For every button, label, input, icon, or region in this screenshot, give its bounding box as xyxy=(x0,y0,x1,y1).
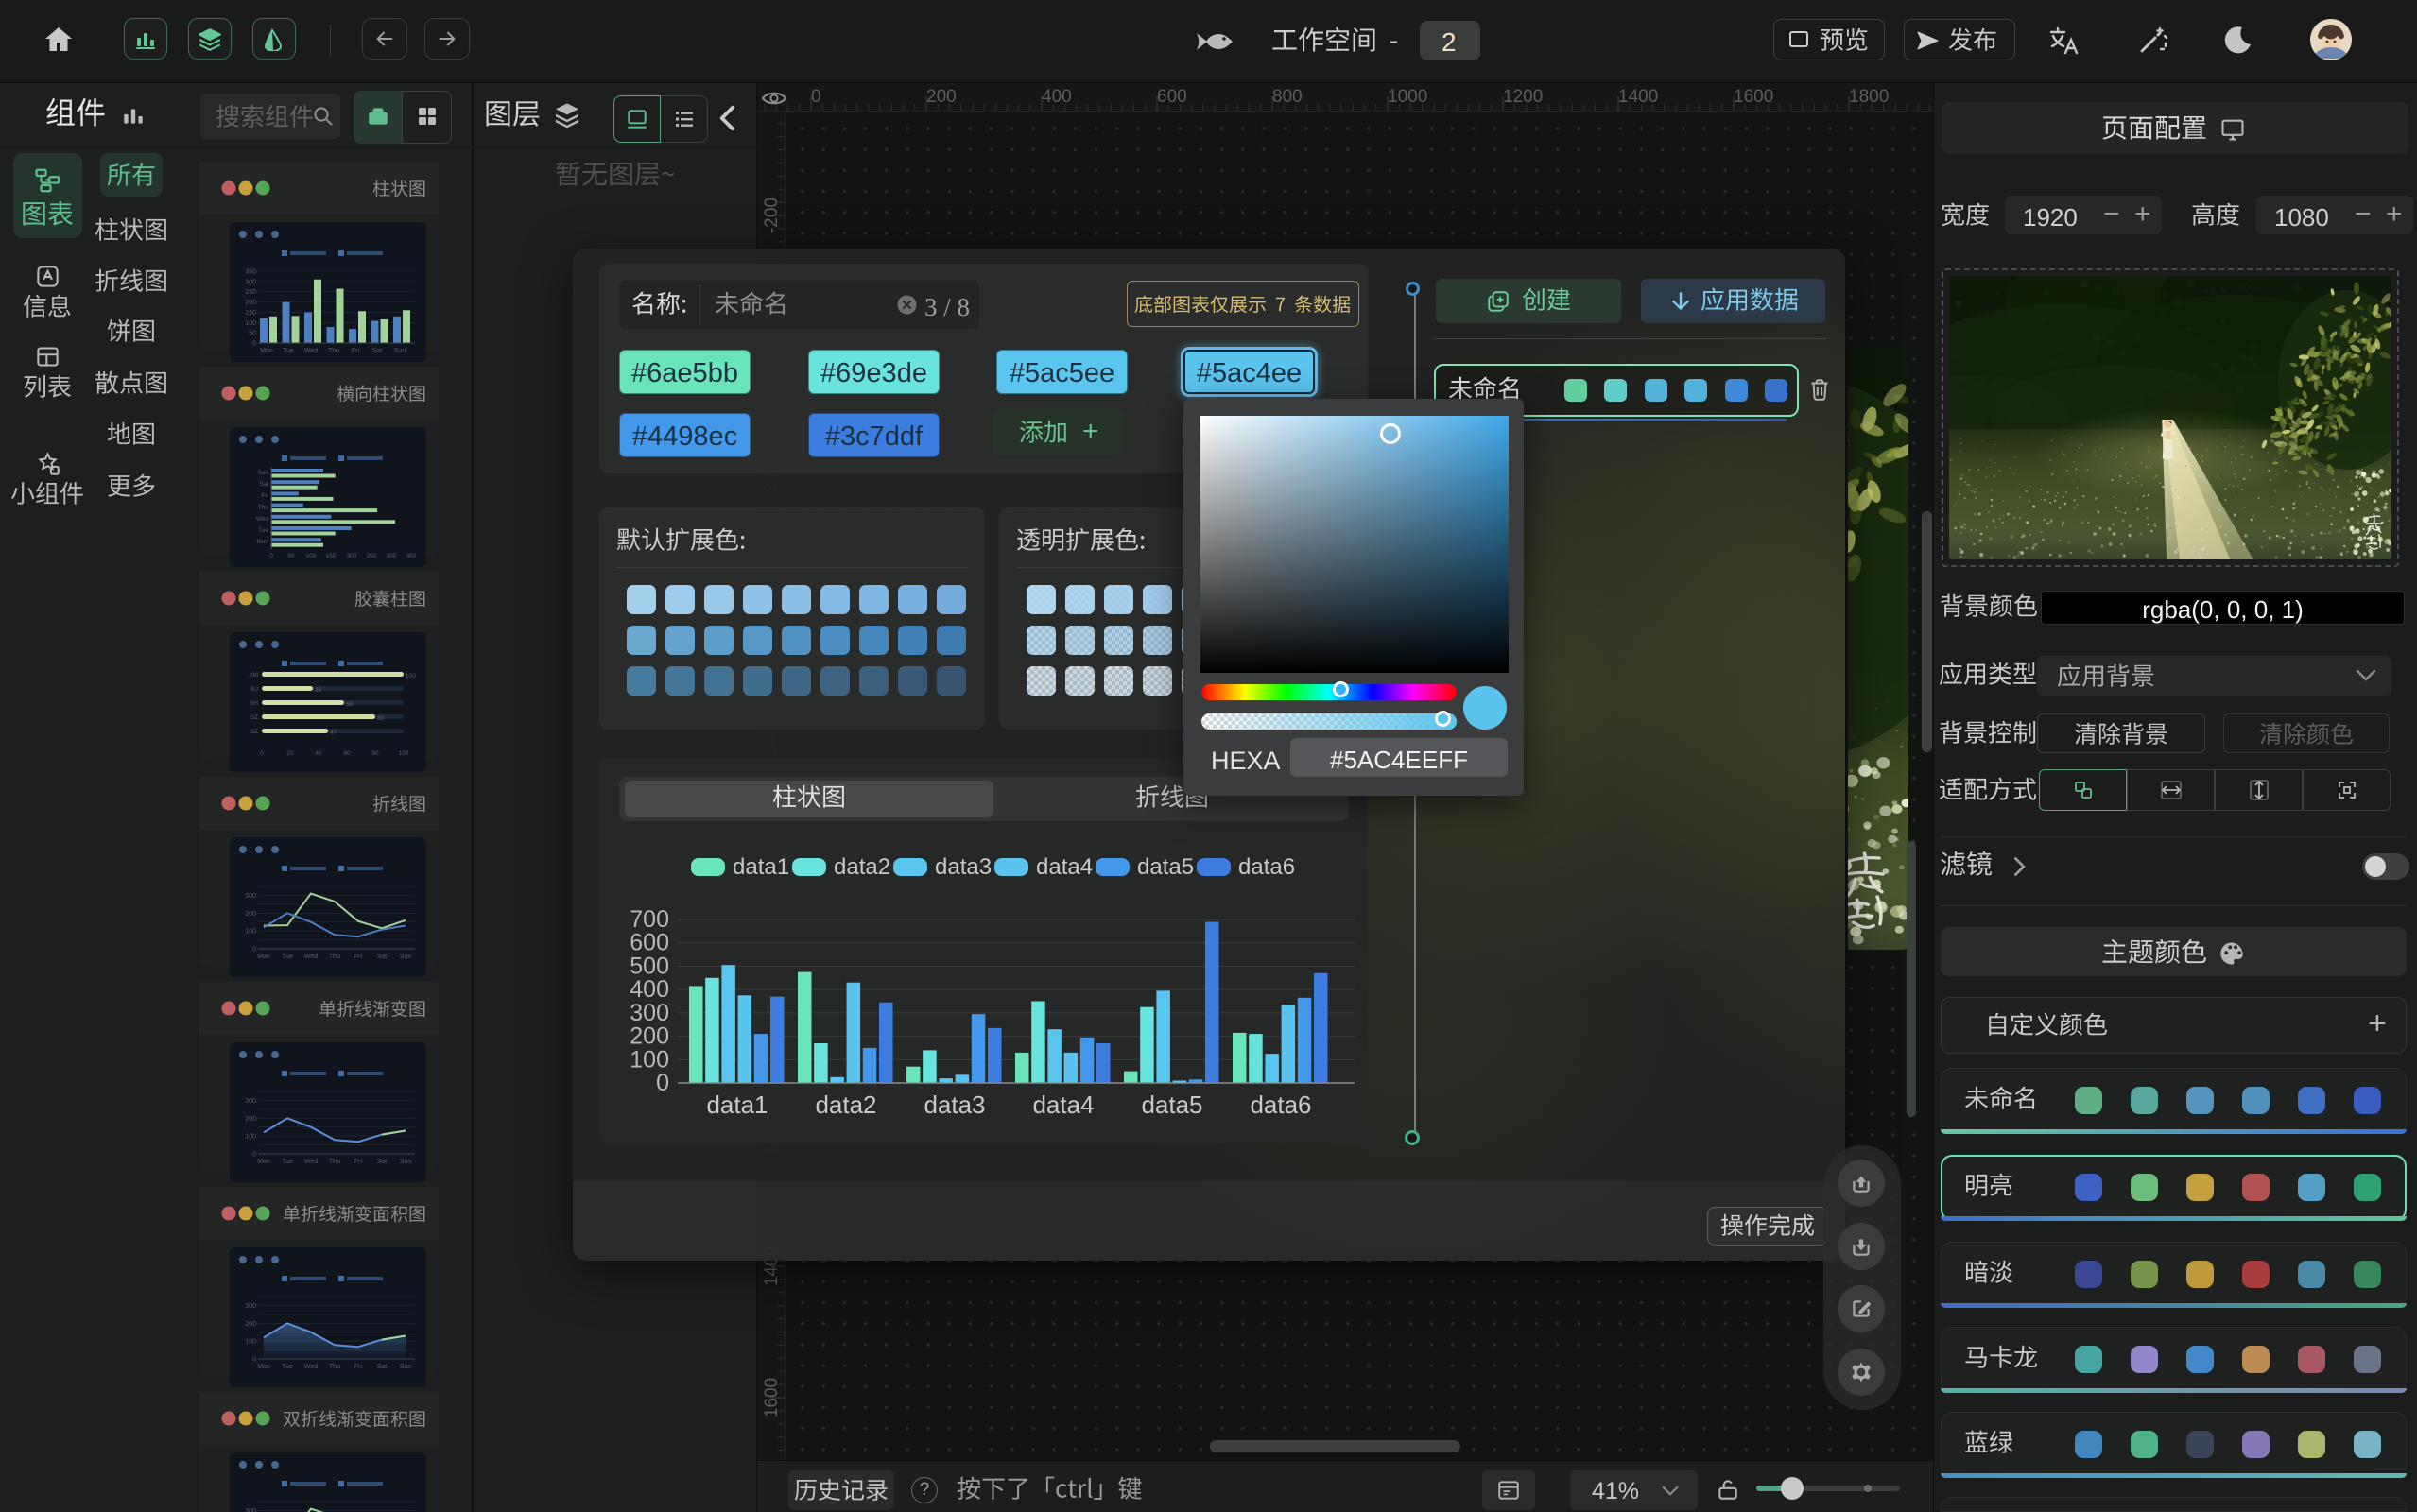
svg-text:Mon: Mon xyxy=(260,348,273,354)
svg-text:36: 36 xyxy=(315,687,322,694)
svg-text:100: 100 xyxy=(245,1134,256,1141)
svg-text:200: 200 xyxy=(245,1116,256,1123)
svg-text:SH: SH xyxy=(250,700,258,707)
svg-text:0: 0 xyxy=(252,1152,256,1159)
svg-text:SZ: SZ xyxy=(250,729,258,735)
svg-text:Sun: Sun xyxy=(400,954,412,960)
svg-text:Mon: Mon xyxy=(256,539,268,545)
svg-text:300: 300 xyxy=(387,553,397,559)
svg-text:300: 300 xyxy=(245,1508,256,1512)
svg-text:Sat: Sat xyxy=(377,954,388,960)
svg-text:0: 0 xyxy=(252,947,256,954)
svg-text:200: 200 xyxy=(347,553,357,559)
svg-text:GZ: GZ xyxy=(250,714,258,721)
svg-text:100: 100 xyxy=(630,1046,669,1073)
svg-text:150: 150 xyxy=(326,553,337,559)
svg-text:58: 58 xyxy=(346,701,354,708)
svg-text:0: 0 xyxy=(252,1357,256,1364)
svg-text:Mon: Mon xyxy=(257,1159,270,1165)
svg-text:Sat: Sat xyxy=(377,1364,388,1370)
svg-text:Sun: Sun xyxy=(400,1364,412,1370)
svg-text:data6: data6 xyxy=(1250,1091,1311,1119)
svg-text:300: 300 xyxy=(630,1000,669,1026)
svg-text:100: 100 xyxy=(245,1339,256,1346)
svg-text:Thu: Thu xyxy=(329,1159,340,1165)
svg-text:100: 100 xyxy=(406,673,416,679)
svg-text:60: 60 xyxy=(343,750,351,757)
svg-text:600: 600 xyxy=(630,930,669,956)
svg-text:250: 250 xyxy=(245,289,256,296)
svg-text:Sun: Sun xyxy=(257,470,268,476)
svg-text:Sat: Sat xyxy=(372,348,383,354)
svg-text:Tue: Tue xyxy=(282,1159,293,1165)
svg-text:Tue: Tue xyxy=(282,954,293,960)
svg-text:0: 0 xyxy=(252,341,256,348)
svg-text:Wed: Wed xyxy=(304,1364,318,1370)
svg-text:XM: XM xyxy=(249,672,258,679)
svg-text:250: 250 xyxy=(367,553,377,559)
svg-text:data5: data5 xyxy=(1141,1091,1202,1119)
svg-text:data1: data1 xyxy=(706,1091,768,1119)
svg-text:50: 50 xyxy=(287,553,295,559)
svg-text:Mon: Mon xyxy=(257,1364,270,1370)
svg-text:Thu: Thu xyxy=(329,1364,340,1370)
svg-text:Wed: Wed xyxy=(304,954,318,960)
svg-text:Sat: Sat xyxy=(377,1159,388,1165)
svg-text:40: 40 xyxy=(315,750,322,757)
svg-text:Sun: Sun xyxy=(394,348,406,354)
svg-text:350: 350 xyxy=(245,269,256,276)
svg-text:data2: data2 xyxy=(815,1091,876,1119)
svg-text:data3: data3 xyxy=(924,1091,985,1119)
svg-text:Fri: Fri xyxy=(261,492,268,499)
svg-text:Fri: Fri xyxy=(354,1364,363,1370)
svg-text:data4: data4 xyxy=(1032,1091,1094,1119)
svg-text:200: 200 xyxy=(630,1023,669,1050)
svg-text:Thu: Thu xyxy=(328,348,339,354)
svg-text:Tue: Tue xyxy=(283,348,294,354)
svg-text:80: 80 xyxy=(371,750,379,757)
svg-text:0: 0 xyxy=(656,1070,669,1096)
svg-text:400: 400 xyxy=(630,976,669,1003)
svg-text:300: 300 xyxy=(245,1303,256,1310)
svg-text:Tue: Tue xyxy=(282,1364,293,1370)
svg-text:Fri: Fri xyxy=(354,954,363,960)
svg-text:50: 50 xyxy=(249,331,256,337)
svg-text:Thu: Thu xyxy=(329,954,340,960)
svg-text:Thu: Thu xyxy=(258,505,269,511)
svg-text:0: 0 xyxy=(269,553,273,559)
svg-text:0: 0 xyxy=(260,750,264,757)
svg-text:Mon: Mon xyxy=(257,954,270,960)
svg-text:20: 20 xyxy=(286,750,294,757)
svg-text:BJ: BJ xyxy=(250,686,258,693)
svg-text:300: 300 xyxy=(245,279,256,285)
svg-text:Sun: Sun xyxy=(400,1159,412,1165)
svg-text:500: 500 xyxy=(630,953,669,979)
svg-text:47: 47 xyxy=(330,730,337,736)
svg-text:200: 200 xyxy=(245,911,256,918)
svg-text:200: 200 xyxy=(245,1321,256,1328)
svg-text:100: 100 xyxy=(306,553,317,559)
svg-text:Wed: Wed xyxy=(304,348,318,354)
svg-text:Tue: Tue xyxy=(258,527,268,534)
svg-text:300: 300 xyxy=(245,1098,256,1105)
svg-text:Sat: Sat xyxy=(259,481,268,488)
svg-text:Wed: Wed xyxy=(256,516,269,523)
svg-text:300: 300 xyxy=(245,893,256,900)
svg-text:100: 100 xyxy=(399,750,409,757)
svg-text:700: 700 xyxy=(630,906,669,933)
svg-text:Fri: Fri xyxy=(354,1159,363,1165)
svg-text:100: 100 xyxy=(245,320,256,327)
svg-text:200: 200 xyxy=(245,300,256,306)
svg-text:150: 150 xyxy=(245,310,256,317)
svg-text:Fri: Fri xyxy=(352,348,360,354)
svg-text:100: 100 xyxy=(245,929,256,936)
svg-text:80: 80 xyxy=(377,715,385,722)
svg-text:350: 350 xyxy=(406,553,417,559)
svg-text:Wed: Wed xyxy=(304,1159,318,1165)
